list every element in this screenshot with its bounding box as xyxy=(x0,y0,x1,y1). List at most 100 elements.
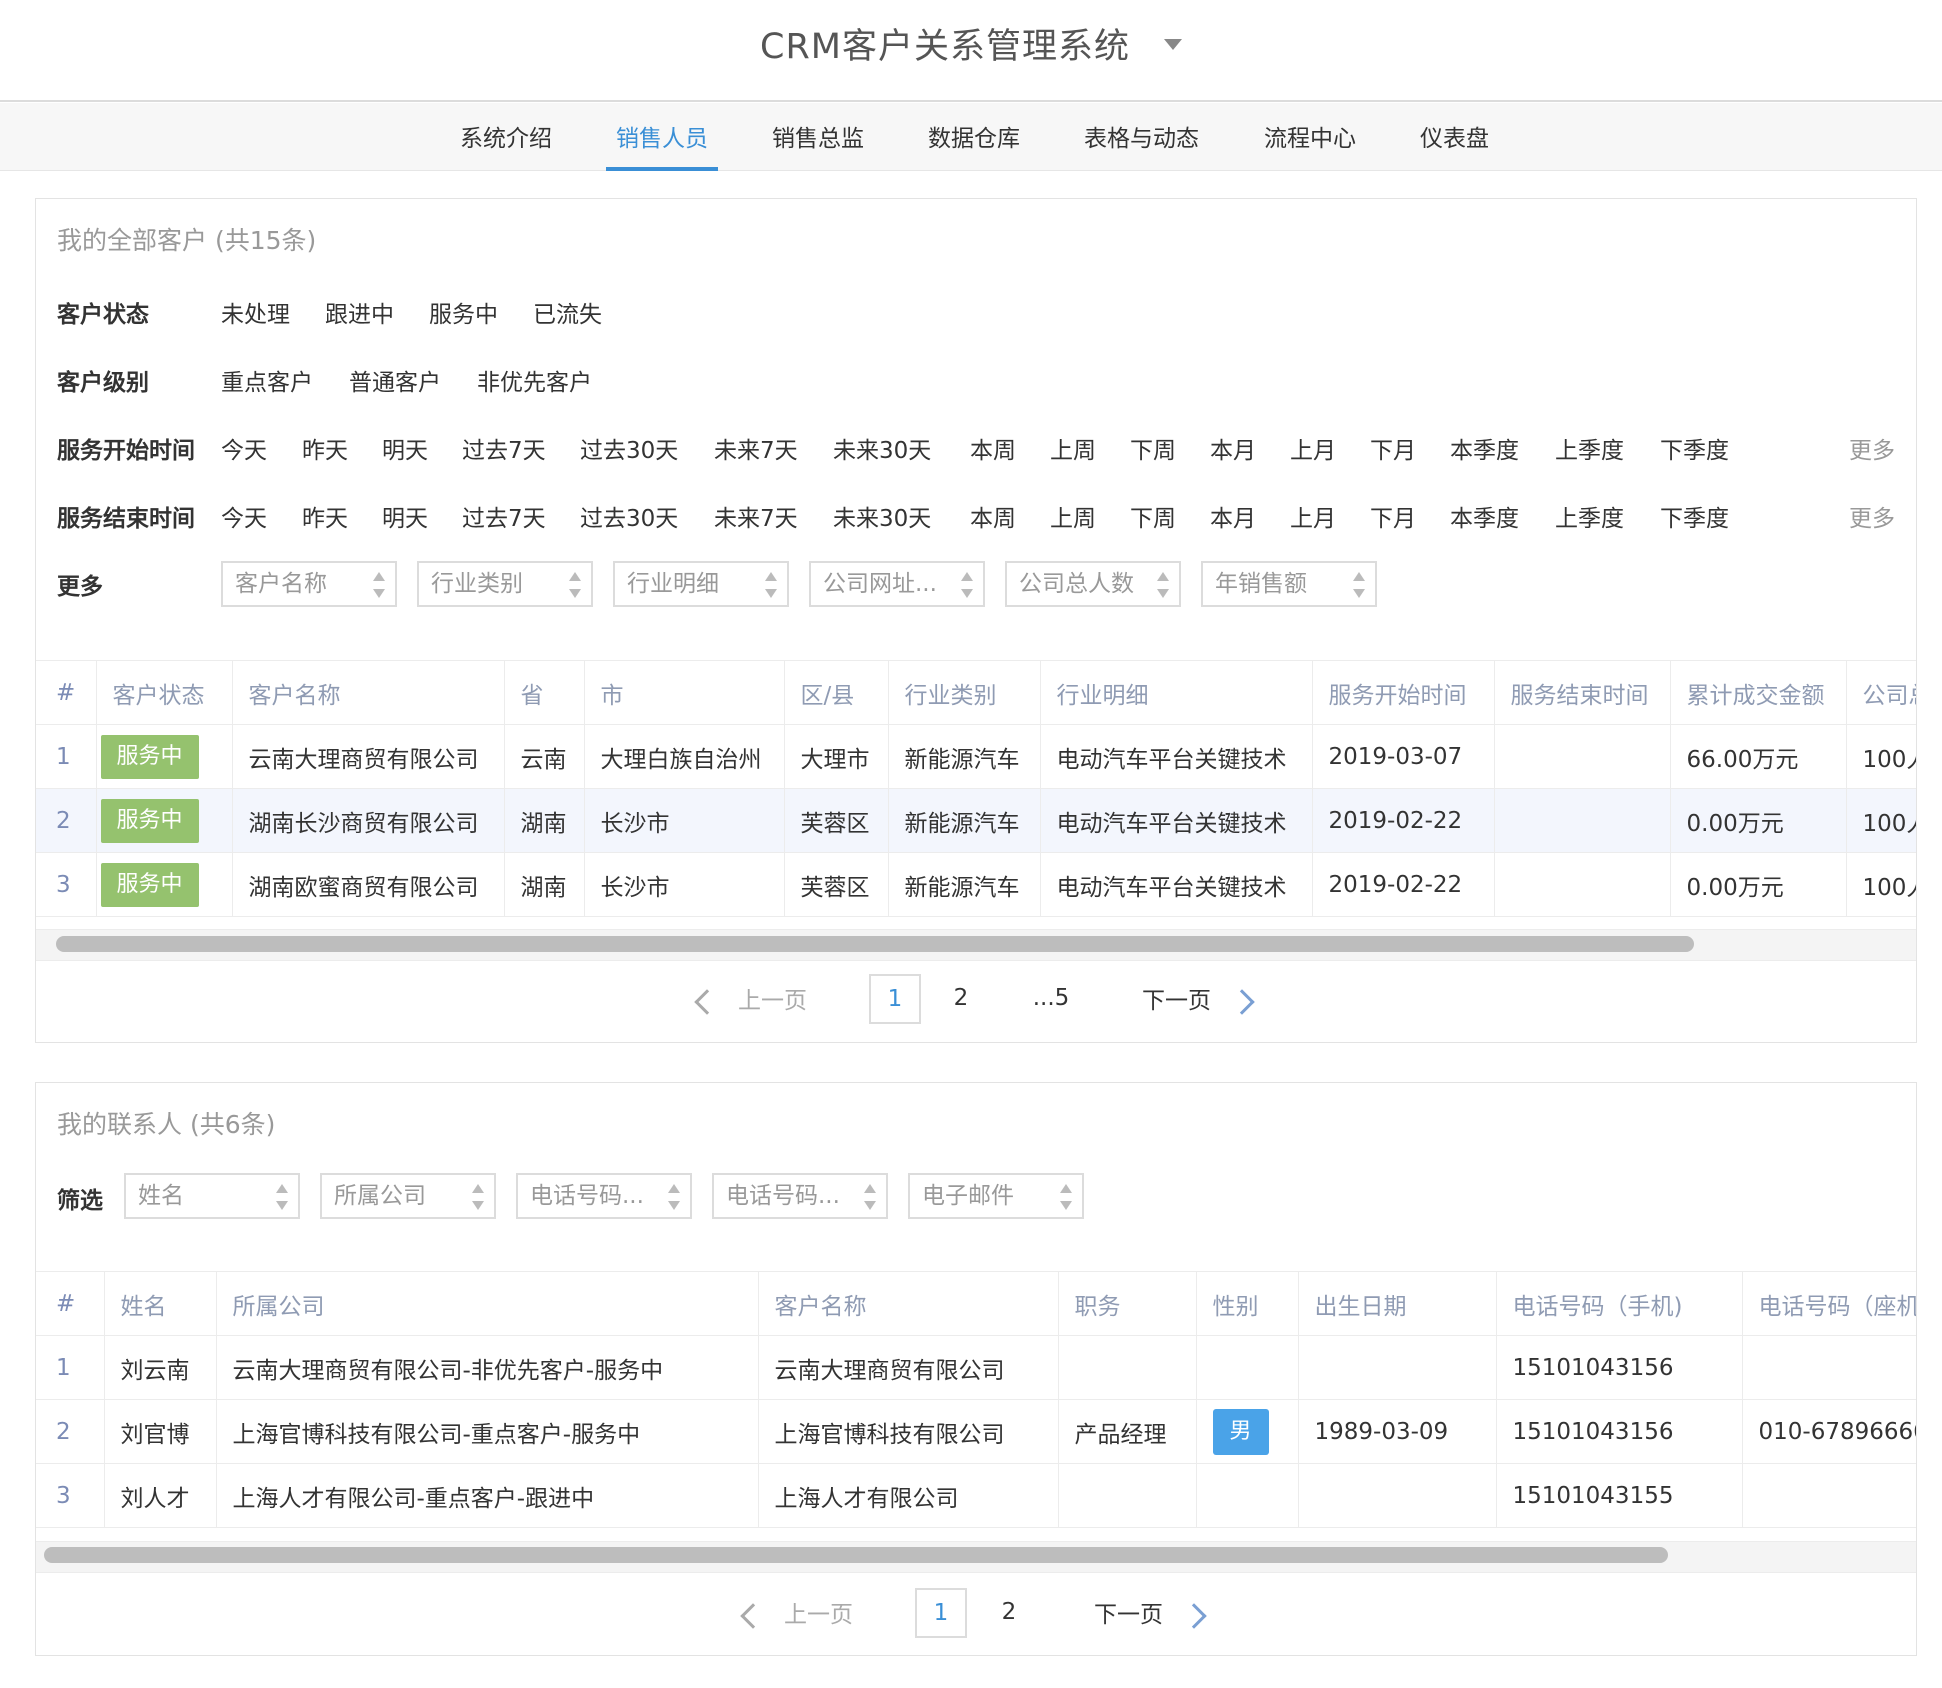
col-header[interactable]: 客户名称 xyxy=(758,1271,1059,1336)
col-header[interactable]: 姓名 xyxy=(104,1271,217,1336)
filter-time-option[interactable]: 未来30天 xyxy=(833,431,931,465)
col-header[interactable]: 省 xyxy=(504,660,585,725)
contacts-page-2[interactable]: 2 xyxy=(994,1599,1024,1625)
col-header[interactable]: 客户状态 xyxy=(96,660,233,725)
customers-scrollbar[interactable] xyxy=(56,936,1694,952)
col-header[interactable]: 公司总 xyxy=(1846,660,1916,725)
filter-time-option[interactable]: 过去30天 xyxy=(580,499,678,533)
filter-time-option[interactable]: 今天 xyxy=(221,499,267,533)
col-header[interactable]: 出生日期 xyxy=(1298,1271,1497,1336)
nav-item-warehouse[interactable]: 数据仓库 xyxy=(928,103,1020,171)
select-company-staff[interactable]: 公司总人数 xyxy=(1005,561,1181,607)
select-company-website[interactable]: 公司网址... xyxy=(809,561,985,607)
cell-name: 湖南长沙商贸有限公司 xyxy=(232,788,505,853)
table-row[interactable]: 3 刘人才 上海人才有限公司-重点客户-跟进中 上海人才有限公司 15101043155 xyxy=(36,1463,1916,1528)
customers-next-button[interactable]: 下一页 xyxy=(1142,981,1255,1015)
filter-status-option[interactable]: 服务中 xyxy=(429,295,498,329)
nav-item-director[interactable]: 销售总监 xyxy=(772,103,864,171)
contacts-prev-button[interactable]: 上一页 xyxy=(740,1595,853,1629)
table-row[interactable]: 3 服务中 湖南欧蜜商贸有限公司 湖南 长沙市 芙蓉区 新能源汽车 电动汽车平台关键技术 201… xyxy=(36,852,1916,917)
col-header[interactable]: 行业类别 xyxy=(888,660,1041,725)
nav-item-intro[interactable]: 系统介绍 xyxy=(460,103,552,171)
table-row[interactable]: 2 服务中 湖南长沙商贸有限公司 湖南 长沙市 芙蓉区 新能源汽车 电动汽车平台关键技术 201… xyxy=(36,788,1916,853)
filter-time-option[interactable]: 今天 xyxy=(221,431,267,465)
nav-item-dashboard[interactable]: 仪表盘 xyxy=(1420,103,1489,171)
customers-page-5[interactable]: ...5 xyxy=(1026,985,1076,1011)
select-contact-email[interactable]: 电子邮件 xyxy=(908,1173,1084,1219)
filter-time-option[interactable]: 昨天 xyxy=(302,431,348,465)
filter-end-time-more[interactable]: 更多 xyxy=(1849,499,1895,533)
filter-time-option[interactable]: 上月 xyxy=(1290,431,1336,465)
col-header[interactable]: 市 xyxy=(584,660,785,725)
col-header[interactable]: 所属公司 xyxy=(216,1271,759,1336)
filter-time-option[interactable]: 下季度 xyxy=(1660,431,1729,465)
table-row[interactable]: 1 服务中 云南大理商贸有限公司 云南 大理白族自治州 大理市 新能源汽车 电动汽车平台关键技… xyxy=(36,724,1916,789)
filter-time-option[interactable]: 昨天 xyxy=(302,499,348,533)
nav-item-tables[interactable]: 表格与动态 xyxy=(1084,103,1199,171)
filter-time-option[interactable]: 上月 xyxy=(1290,499,1336,533)
filter-time-option[interactable]: 下周 xyxy=(1130,431,1176,465)
contacts-scrollbar[interactable] xyxy=(44,1547,1668,1563)
customers-page-1[interactable]: 1 xyxy=(869,974,921,1024)
filter-time-option[interactable]: 下周 xyxy=(1130,499,1176,533)
select-contact-mobile[interactable]: 电话号码... xyxy=(516,1173,692,1219)
col-header[interactable]: 职务 xyxy=(1058,1271,1197,1336)
col-header[interactable]: 行业明细 xyxy=(1040,660,1313,725)
select-contact-company[interactable]: 所属公司 xyxy=(320,1173,496,1219)
table-row[interactable]: 2 刘官博 上海官博科技有限公司-重点客户-服务中 上海官博科技有限公司 产品经理男 19… xyxy=(36,1399,1916,1464)
app-title-dropdown[interactable]: CRM客户关系管理系统 xyxy=(0,18,1942,69)
filter-start-time-more[interactable]: 更多 xyxy=(1849,431,1895,465)
filter-time-option[interactable]: 明天 xyxy=(382,431,428,465)
filter-time-option[interactable]: 本周 xyxy=(970,499,1016,533)
filter-level-option[interactable]: 重点客户 xyxy=(221,363,313,397)
filter-time-option[interactable]: 本月 xyxy=(1210,431,1256,465)
customers-prev-button[interactable]: 上一页 xyxy=(694,981,807,1015)
filter-time-option[interactable]: 本月 xyxy=(1210,499,1256,533)
select-contact-name[interactable]: 姓名 xyxy=(124,1173,300,1219)
select-industry-detail[interactable]: 行业明细 xyxy=(613,561,789,607)
filter-time-option[interactable]: 未来7天 xyxy=(714,431,798,465)
contacts-next-button[interactable]: 下一页 xyxy=(1094,1595,1207,1629)
select-contact-phone[interactable]: 电话号码... xyxy=(712,1173,888,1219)
filter-status-option[interactable]: 未处理 xyxy=(221,295,290,329)
cell-mobile: 15101043156 xyxy=(1496,1399,1743,1464)
filter-time-option[interactable]: 下月 xyxy=(1370,431,1416,465)
filter-time-option[interactable]: 本季度 xyxy=(1450,499,1519,533)
col-header[interactable]: 累计成交金额 xyxy=(1670,660,1847,725)
customers-page-2[interactable]: 2 xyxy=(946,985,976,1011)
filter-time-option[interactable]: 未来30天 xyxy=(833,499,931,533)
filter-time-option[interactable]: 过去7天 xyxy=(462,431,546,465)
col-header[interactable]: 电话号码（手机) xyxy=(1496,1271,1743,1336)
col-header[interactable]: 性别 xyxy=(1196,1271,1299,1336)
select-customer-name[interactable]: 客户名称 xyxy=(221,561,397,607)
filter-time-option[interactable]: 明天 xyxy=(382,499,428,533)
filter-time-option[interactable]: 本季度 xyxy=(1450,431,1519,465)
filter-status-option[interactable]: 已流失 xyxy=(533,295,602,329)
filter-time-option[interactable]: 下季度 xyxy=(1660,499,1729,533)
col-header[interactable]: 客户名称 xyxy=(232,660,505,725)
filter-status-option[interactable]: 跟进中 xyxy=(325,295,394,329)
filter-level-option[interactable]: 普通客户 xyxy=(349,363,441,397)
filter-time-option[interactable]: 上周 xyxy=(1050,431,1096,465)
select-industry-type[interactable]: 行业类别 xyxy=(417,561,593,607)
nav-item-sales[interactable]: 销售人员 xyxy=(606,103,718,171)
caret-down-icon[interactable] xyxy=(1163,38,1182,50)
filter-time-option[interactable]: 过去30天 xyxy=(580,431,678,465)
select-annual-sales[interactable]: 年销售额 xyxy=(1201,561,1377,607)
filter-level-option[interactable]: 非优先客户 xyxy=(477,363,592,397)
filter-time-option[interactable]: 下月 xyxy=(1370,499,1416,533)
filter-time-option[interactable]: 上季度 xyxy=(1555,499,1624,533)
table-row[interactable]: 1 刘云南 云南大理商贸有限公司-非优先客户-服务中 云南大理商贸有限公司 151010… xyxy=(36,1335,1916,1400)
contacts-page-1[interactable]: 1 xyxy=(915,1588,967,1638)
col-header[interactable]: 区/县 xyxy=(784,660,889,725)
filter-time-option[interactable]: 上周 xyxy=(1050,499,1096,533)
col-header[interactable]: 服务开始时间 xyxy=(1312,660,1495,725)
filter-time-option[interactable]: 未来7天 xyxy=(714,499,798,533)
filter-time-option[interactable]: 本周 xyxy=(970,431,1016,465)
filter-time-option[interactable]: 上季度 xyxy=(1555,431,1624,465)
row-index: 3 xyxy=(36,1463,105,1528)
col-header[interactable]: 服务结束时间 xyxy=(1494,660,1671,725)
col-header[interactable]: 电话号码（座机) xyxy=(1742,1271,1916,1336)
nav-item-process[interactable]: 流程中心 xyxy=(1264,103,1356,171)
filter-time-option[interactable]: 过去7天 xyxy=(462,499,546,533)
